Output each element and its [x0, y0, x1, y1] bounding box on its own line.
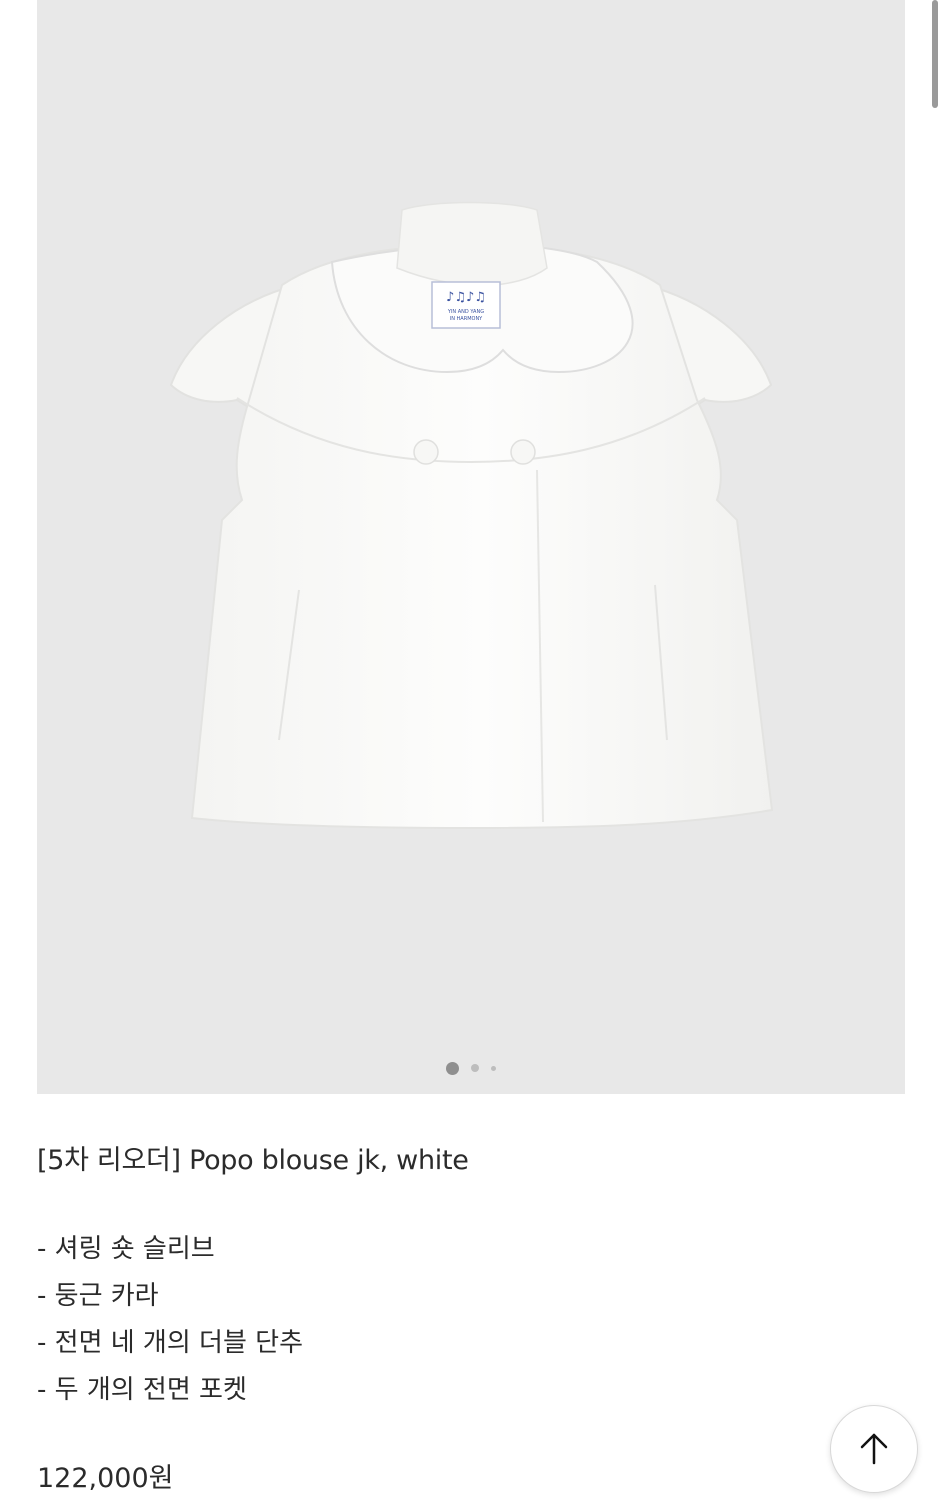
gallery-pagination — [37, 1061, 905, 1075]
arrow-up-icon — [860, 1433, 888, 1465]
product-price: 122,000원 — [37, 1463, 174, 1494]
product-image-gallery[interactable]: ♪♫♪♫ YIN AND YANG IN HARMONY — [37, 0, 905, 1094]
product-features: - 셔링 숏 슬리브 - 둥근 카라 - 전면 네 개의 더블 단추 - 두 개… — [37, 1226, 303, 1414]
feature-item: - 둥근 카라 — [37, 1281, 159, 1311]
svg-text:IN HARMONY: IN HARMONY — [450, 316, 483, 322]
gallery-dot-2[interactable] — [471, 1064, 479, 1072]
scrollbar-thumb[interactable] — [932, 0, 938, 108]
product-photo: ♪♫♪♫ YIN AND YANG IN HARMONY — [169, 201, 774, 830]
feature-item: - 셔링 숏 슬리브 — [37, 1234, 215, 1264]
feature-item: - 전면 네 개의 더블 단추 — [37, 1328, 303, 1358]
svg-text:YIN AND YANG: YIN AND YANG — [447, 309, 484, 315]
feature-item: - 두 개의 전면 포켓 — [37, 1375, 247, 1405]
svg-text:♪♫♪♫: ♪♫♪♫ — [446, 290, 486, 305]
scroll-to-top-button[interactable] — [830, 1405, 918, 1493]
gallery-dot-3[interactable] — [491, 1065, 496, 1071]
product-title: [5차 리오더] Popo blouse jk, white — [37, 1145, 469, 1176]
gallery-dot-1[interactable] — [446, 1061, 459, 1075]
product-page: ♪♫♪♫ YIN AND YANG IN HARMONY [5차 리오더] Po… — [0, 0, 942, 1500]
